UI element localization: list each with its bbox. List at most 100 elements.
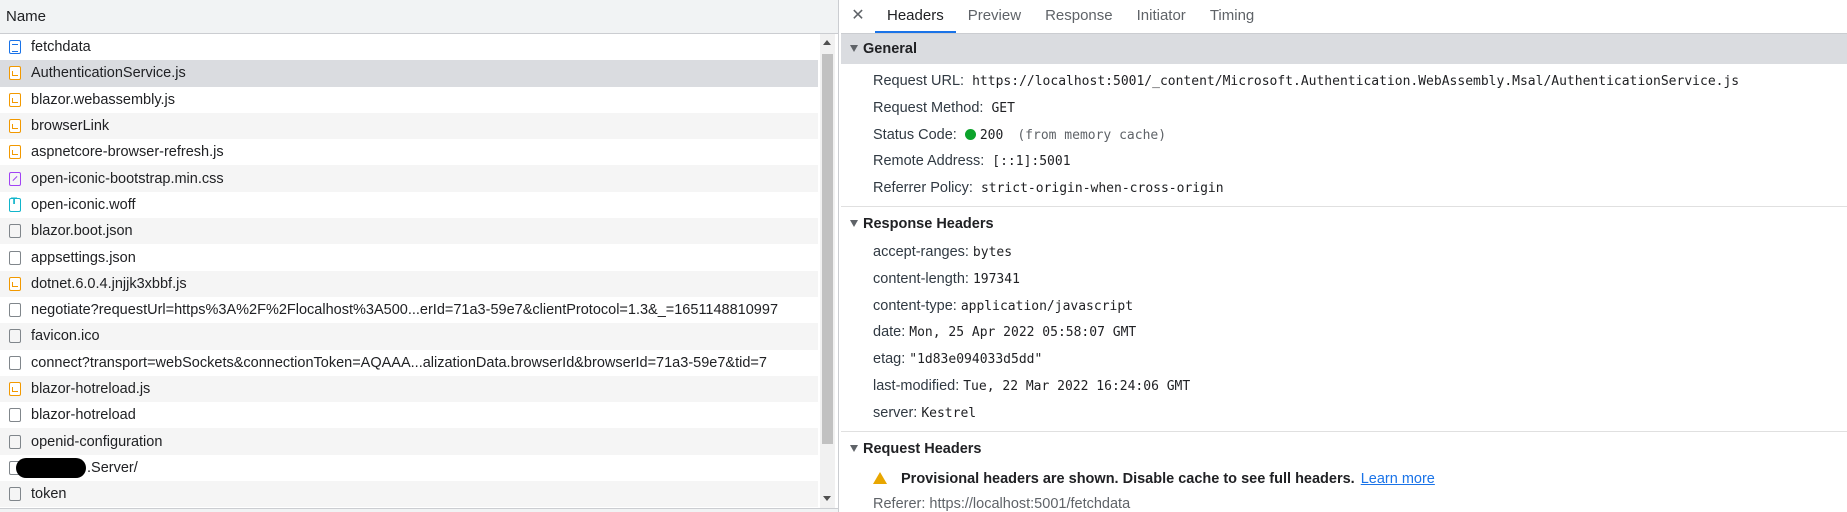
generic-file-icon (9, 434, 21, 449)
request-row[interactable]: connect?transport=webSockets&connectionT… (0, 350, 818, 376)
request-row[interactable]: .Server/ (0, 455, 818, 481)
response-header-row: last-modified: Tue, 22 Mar 2022 16:24:06 … (841, 373, 1847, 400)
request-headers-title: Request Headers (863, 440, 982, 457)
request-name: dotnet.6.0.4.jnjjk3xbbf.js (31, 275, 187, 292)
request-name: appsettings.json (31, 249, 136, 266)
warning-text: Provisional headers are shown. Disable c… (901, 470, 1355, 487)
referrer-policy-label: Referrer Policy: (873, 180, 973, 197)
response-headers-section-header[interactable]: Response Headers (841, 209, 1847, 239)
request-row[interactable]: blazor.webassembly.js (0, 87, 818, 113)
request-method-row: Request Method: GET (841, 95, 1847, 122)
divider (841, 430, 1847, 432)
response-header-row: server: Kestrel (841, 400, 1847, 427)
header-value: Tue, 22 Mar 2022 16:24:06 GMT (963, 378, 1191, 394)
tab-timing[interactable]: Timing (1198, 0, 1266, 33)
divider (841, 205, 1847, 207)
expand-triangle-icon (850, 45, 858, 52)
tab-initiator[interactable]: Initiator (1125, 0, 1198, 33)
request-name: negotiate?requestUrl=https%3A%2F%2Flocal… (31, 302, 779, 319)
request-row[interactable]: openid-configuration (0, 428, 818, 455)
header-value: "1d83e094033d5dd" (909, 352, 1043, 368)
request-name: blazor-hotreload.js (31, 381, 151, 397)
script-file-icon (9, 276, 21, 291)
request-row[interactable]: open-iconic-bootstrap.min.css (0, 165, 818, 192)
horizontal-scrollbar[interactable] (0, 508, 838, 512)
tab-headers[interactable]: Headers (875, 0, 956, 33)
generic-file-icon (9, 355, 21, 370)
request-list-scrollbar[interactable] (820, 34, 835, 512)
request-row[interactable]: blazor-hotreload (0, 402, 818, 428)
tab-response[interactable]: Response (1033, 0, 1125, 33)
request-headers-section-header[interactable]: Request Headers (841, 434, 1847, 464)
request-row[interactable]: open-iconic.woff (0, 192, 818, 218)
status-ok-icon (964, 128, 976, 140)
request-method-label: Request Method: (873, 99, 984, 116)
header-name: content-type: (873, 297, 957, 314)
script-file-icon (9, 92, 21, 107)
generic-file-icon (9, 408, 21, 423)
response-header-row: content-type: application/javascript (841, 293, 1847, 320)
response-header-row: etag: "1d83e094033d5dd" (841, 346, 1847, 373)
request-row[interactable]: favicon.ico (0, 323, 818, 350)
request-list-panel: Name fetchdata AuthenticationService.js bl… (0, 0, 839, 512)
close-icon[interactable]: ✕ (841, 0, 875, 33)
expand-triangle-icon (850, 219, 858, 227)
header-value: 197341 (972, 271, 1020, 287)
referer-row-partial: Referer: https://localhost:5001/fetchdat… (873, 495, 1131, 512)
referrer-policy-value: strict-origin-when-cross-origin (980, 181, 1224, 197)
header-value: Kestrel (921, 405, 977, 421)
header-name: accept-ranges: (873, 243, 969, 260)
request-row[interactable]: token (0, 481, 818, 508)
scroll-down-arrow-icon[interactable] (823, 496, 831, 501)
remote-address-row: Remote Address: [::1]:5001 (841, 148, 1847, 175)
font-file-icon (9, 197, 21, 212)
request-row[interactable]: negotiate?requestUrl=https%3A%2F%2Flocal… (0, 297, 818, 323)
request-row[interactable]: blazor-hotreload.js (0, 375, 818, 403)
request-row[interactable]: AuthenticationService.js (0, 60, 818, 87)
general-section-title: General (863, 41, 917, 57)
request-name: open-iconic.woff (31, 196, 136, 213)
response-header-row: content-length: 197341 (841, 266, 1847, 293)
request-name: blazor-hotreload (31, 407, 136, 424)
request-name: openid-configuration (31, 433, 163, 450)
generic-file-icon (9, 303, 21, 318)
header-name: content-length: (873, 270, 969, 287)
tab-preview[interactable]: Preview (956, 0, 1033, 33)
header-name: server: (873, 404, 918, 421)
request-row[interactable]: fetchdata (0, 34, 818, 60)
request-method-value: GET (991, 100, 1015, 116)
request-row[interactable]: appsettings.json (0, 244, 818, 270)
request-name: browserLink (31, 118, 110, 135)
expand-triangle-icon (850, 444, 858, 452)
request-url-value: https://localhost:5001/_content/Microsof… (972, 74, 1740, 89)
request-row[interactable]: browserLink (0, 112, 818, 140)
scroll-up-arrow-icon[interactable] (823, 40, 831, 45)
header-name: last-modified: (873, 377, 960, 394)
name-column-header[interactable]: Name (0, 0, 838, 34)
redaction-mark (16, 457, 86, 478)
provisional-headers-warning: Provisional headers are shown. Disable c… (841, 464, 1847, 494)
request-row[interactable]: aspnetcore-browser-refresh.js (0, 139, 818, 165)
request-name: connect?transport=webSockets&connectionT… (31, 354, 767, 371)
request-row[interactable]: dotnet.6.0.4.jnjjk3xbbf.js (0, 270, 818, 297)
learn-more-link[interactable]: Learn more (1361, 471, 1435, 487)
scrollbar-thumb[interactable] (822, 54, 833, 444)
request-row[interactable]: blazor.boot.json (0, 218, 818, 245)
response-header-row: accept-ranges: bytes (841, 239, 1847, 266)
header-value: Mon, 25 Apr 2022 05:58:07 GMT (909, 325, 1137, 341)
response-header-row: date: Mon, 25 Apr 2022 05:58:07 GMT (841, 319, 1847, 346)
request-name: .Server/ (87, 459, 138, 476)
remote-address-label: Remote Address: (873, 153, 985, 170)
request-name: favicon.ico (31, 328, 100, 345)
request-name: blazor.webassembly.js (31, 91, 175, 108)
header-name: date: (873, 324, 906, 341)
request-name: fetchdata (31, 39, 91, 56)
request-name: AuthenticationService.js (31, 65, 186, 82)
script-file-icon (9, 119, 21, 134)
stylesheet-file-icon (9, 171, 21, 186)
response-headers-title: Response Headers (863, 215, 994, 232)
status-code-row: Status Code: 200 (from memory cache) (841, 122, 1847, 149)
general-section-header[interactable]: General (841, 34, 1847, 64)
status-code-value: 200 (979, 127, 1004, 143)
response-header-list: accept-ranges: bytes content-length: 197341… (841, 239, 1847, 427)
